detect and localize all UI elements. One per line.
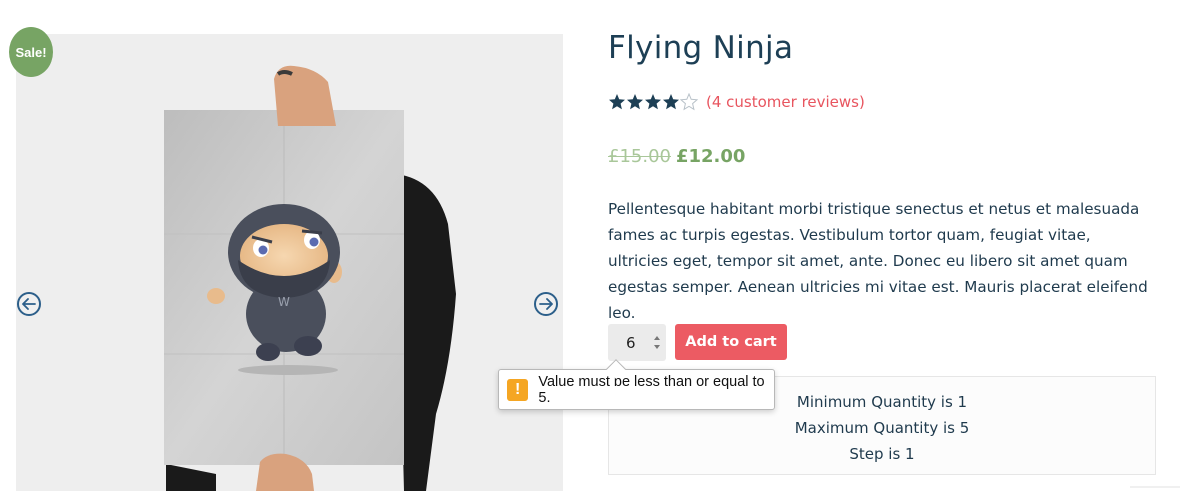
product-rating: (4 customer reviews) — [608, 92, 865, 112]
star-rating — [608, 93, 698, 111]
validation-message: Value must be less than or equal to 5. — [538, 373, 765, 406]
product-image: W — [164, 65, 456, 491]
add-to-cart-button[interactable]: Add to cart — [675, 324, 787, 360]
product-price: £15.00 £12.00 — [608, 146, 745, 167]
star-empty-icon — [680, 93, 698, 111]
stepper-up-icon[interactable] — [654, 336, 660, 340]
product-page: W Sale! Flying Ninja (4 customer reviews… — [0, 0, 1204, 491]
star-filled-icon — [627, 94, 643, 110]
star-filled-icon — [663, 94, 679, 110]
product-title: Flying Ninja — [608, 30, 794, 66]
star-filled-icon — [609, 94, 625, 110]
max-quantity-text: Maximum Quantity is 5 — [794, 419, 970, 437]
sale-price: £12.00 — [675, 146, 746, 167]
arrow-right-icon — [539, 298, 553, 310]
divider — [1130, 486, 1180, 488]
svg-text:W: W — [278, 295, 290, 309]
gallery-next-button[interactable] — [534, 292, 558, 316]
review-link[interactable]: (4 customer reviews) — [706, 93, 865, 111]
product-description: Pellentesque habitant morbi tristique se… — [608, 200, 1148, 322]
old-price: £15.00 — [608, 146, 671, 167]
sale-badge: Sale! — [9, 27, 53, 77]
star-filled-icon — [645, 94, 661, 110]
validation-tooltip: ! Value must be less than or equal to 5. — [498, 359, 775, 410]
gallery-prev-button[interactable] — [17, 292, 41, 316]
stepper-down-icon[interactable] — [654, 345, 660, 349]
step-text: Step is 1 — [849, 445, 915, 463]
warning-icon: ! — [507, 378, 529, 401]
quantity-stepper[interactable] — [653, 336, 661, 349]
product-gallery[interactable]: W — [16, 34, 563, 491]
arrow-left-icon — [22, 298, 36, 310]
